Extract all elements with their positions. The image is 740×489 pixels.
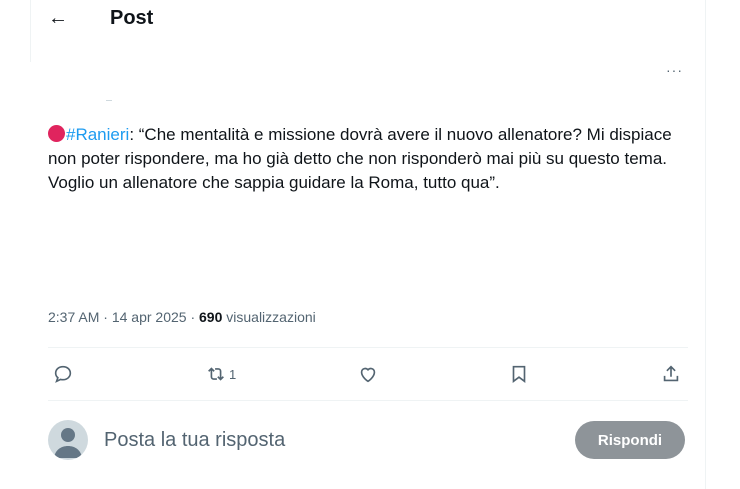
divider bbox=[48, 347, 688, 348]
tweet-meta: 2:37 AM · 14 apr 2025 · 690 visualizzazi… bbox=[48, 307, 316, 327]
like-button[interactable] bbox=[357, 362, 379, 386]
repost-count: 1 bbox=[229, 366, 237, 382]
arrow-left-icon[interactable]: ← bbox=[48, 4, 68, 32]
divider bbox=[48, 400, 688, 401]
views-label: visualizzazioni bbox=[222, 309, 316, 325]
reply-submit-button[interactable]: Rispondi bbox=[575, 421, 685, 459]
share-icon bbox=[663, 365, 679, 382]
bookmark-button[interactable] bbox=[508, 362, 530, 386]
more-options-icon[interactable]: ··· bbox=[666, 62, 683, 78]
repost-icon bbox=[208, 367, 224, 381]
tweet-body: : “Che mentalità e missione dovrà avere … bbox=[48, 125, 672, 192]
tweet-text: #Ranieri: “Che mentalità e missione dovr… bbox=[48, 123, 698, 195]
heart-icon bbox=[360, 367, 376, 383]
reply-composer: Posta la tua risposta Rispondi bbox=[48, 418, 688, 466]
separator: · bbox=[186, 309, 200, 325]
comment-icon bbox=[54, 365, 72, 383]
tweet-time[interactable]: 2:37 AM bbox=[48, 309, 99, 325]
page-title: Post bbox=[110, 7, 154, 29]
hashtag-link[interactable]: #Ranieri bbox=[66, 125, 129, 144]
action-bar: 1 bbox=[48, 356, 688, 392]
share-button[interactable] bbox=[660, 362, 682, 386]
divider-mark bbox=[106, 100, 112, 101]
view-count: 690 bbox=[199, 309, 223, 325]
separator: · bbox=[99, 309, 112, 325]
right-column-border bbox=[705, 0, 706, 489]
repost-button[interactable]: 1 bbox=[205, 362, 236, 386]
post-header: ← Post bbox=[0, 0, 740, 40]
avatar[interactable] bbox=[48, 420, 88, 460]
tweet-date[interactable]: 14 apr 2025 bbox=[112, 309, 187, 325]
bookmark-icon bbox=[512, 365, 526, 383]
red-circle-emoji bbox=[48, 125, 65, 142]
default-avatar-icon bbox=[54, 428, 82, 458]
reply-input[interactable]: Posta la tua risposta bbox=[104, 428, 285, 452]
reply-button[interactable] bbox=[52, 362, 74, 386]
